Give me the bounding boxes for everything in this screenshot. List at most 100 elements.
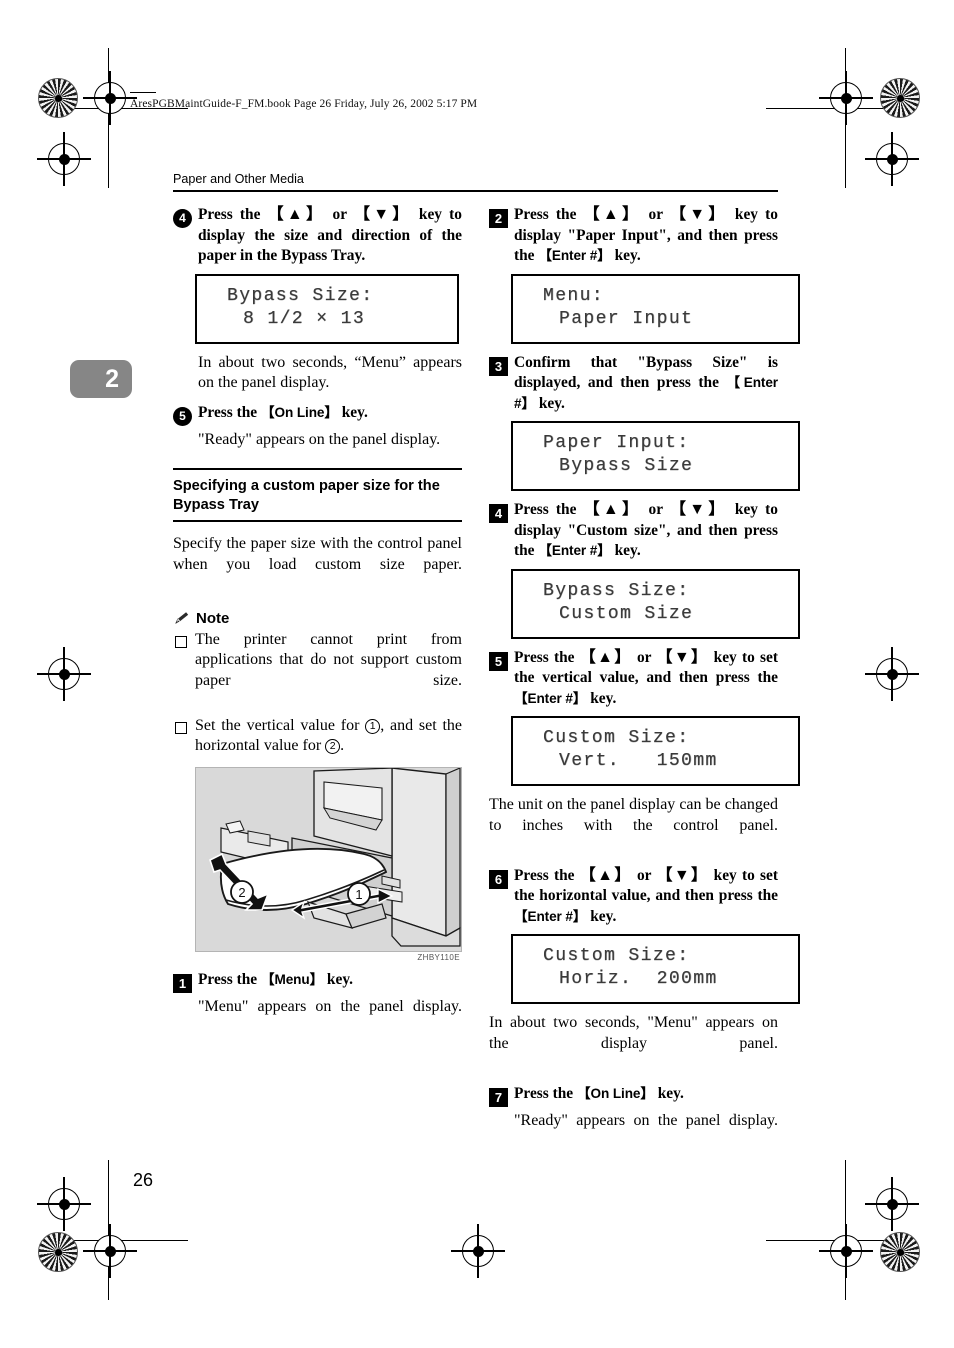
svg-text:1: 1 [355,887,362,902]
note-item: Set the vertical value for 1, and set th… [173,716,462,757]
step-1-left: 1 Press the 【Menu】 key. [173,970,462,993]
step-text-part: key. [653,1084,684,1102]
note-text-part: . [340,737,345,754]
step-text: Press the 【▲】 or 【▼】 key to set the hori… [514,866,778,928]
step-4-right: 4 Press the 【▲】 or 【▼】 key to display "C… [489,500,778,562]
lcd-panel-menu: Menu: Paper Input [511,273,800,344]
paragraph-unit: The unit on the panel display can be cha… [489,796,778,834]
registration-mark [819,71,873,125]
lcd-panel-paper-input: Paper Input: Bypass Size [511,421,800,491]
section-heading: Specifying a custom paper size for the B… [173,478,440,513]
step-text: Confirm that "Bypass Size" is displayed,… [514,353,778,415]
step-text: Press the 【▲】 or 【▼】 key to display the … [198,205,462,267]
registration-mark [83,1224,137,1278]
file-header-rule [130,92,156,93]
step-text-part: or [325,206,354,223]
up-arrow-key: 【▲】 [583,501,642,518]
down-arrow-key: 【▼】 [669,206,728,223]
step-badge: 1 [173,973,192,993]
step-text-part: Press the [198,206,268,223]
left-column: 4 Press the 【▲】 or 【▼】 key to display th… [173,205,462,1047]
registration-mark [865,132,919,186]
note-item: The printer cannot print from applicatio… [173,630,462,712]
up-arrow-key: 【▲】 [267,206,326,223]
step-text-part: or [631,648,657,666]
right-column: 2 Press the 【▲】 or 【▼】 key to display "P… [489,205,800,1161]
step-text-part: Press the [198,403,261,421]
page-number: 26 [133,1170,154,1190]
up-arrow-key: 【▲】 [583,206,642,223]
step-badge: 2 [489,209,508,228]
step-text: Press the 【▲】 or 【▼】 key to display "Pap… [514,205,778,267]
step-text-part: key. [337,403,368,421]
down-arrow-key: 【▼】 [656,866,709,884]
lcd-line-1: Custom Size: [543,946,690,966]
registration-mark [37,647,91,701]
paragraph-ready-right: "Ready" appears on the panel display. [514,1111,778,1129]
paragraph-menu-appears-right: In about two seconds, "Menu" appears on … [489,1014,778,1052]
lcd-panel-vertical: Custom Size: Vert. 150mm [511,716,800,786]
callout-1: 1 [365,718,381,734]
registration-mark [37,1177,91,1231]
lcd-line-2: Bypass Size [559,456,694,476]
lcd-line-1: Bypass Size: [227,285,374,306]
step-text-part: Press the [514,866,580,884]
step-2-right: 2 Press the 【▲】 or 【▼】 key to display "P… [489,205,778,267]
step-text-part: or [641,206,670,223]
step-badge: 4 [489,504,508,523]
step-5-left: 5 Press the 【On Line】 key. [173,403,462,426]
note-label: Note [196,609,230,627]
enter-key: 【Enter #】 [538,543,611,558]
up-arrow-key: 【▲】 [579,866,632,884]
up-arrow-key: 【▲】 [579,648,632,666]
step-text: Press the 【On Line】 key. [198,403,368,426]
callout-2: 2 [325,739,341,754]
step-text-part: key. [323,970,354,988]
step-text-part: key. [534,394,565,412]
running-head-rule [173,190,778,192]
file-header: AresPGBMaintGuide-F_FM.book Page 26 Frid… [130,98,478,110]
step-badge: 6 [489,869,508,889]
step-text-part: key. [586,689,617,707]
step-7-right: 7 Press the 【On Line】 key. [489,1084,778,1107]
down-arrow-key: 【▼】 [353,206,412,223]
step-text-part: Press the [514,648,580,666]
note-text: The printer cannot print from applicatio… [195,630,462,689]
lcd-line-1: Bypass Size: [543,580,690,601]
print-density-target [880,1232,920,1272]
print-density-target [38,1232,78,1272]
registration-mark [37,132,91,186]
enter-key: 【Enter #】 [514,908,587,924]
step-badge: 7 [489,1087,508,1107]
note-bullet-square [175,635,187,648]
lcd-line-2: Custom Size [559,603,694,624]
step-text-part: key. [610,247,641,264]
step-text-part: or [641,501,670,518]
lcd-line-2: 8 1/2 × 13 [243,308,366,329]
step-text-part: Press the [198,970,261,988]
paragraph-ready: "Ready" appears on the panel display. [198,430,441,448]
lcd-line-1: Menu: [543,285,605,306]
registration-mark [865,1177,919,1231]
figure-bypass-tray: 2 1 ZHBY110E [195,766,462,962]
note-text-part: Set the vertical value for [195,716,366,734]
step-text: Press the 【On Line】 key. [514,1084,684,1107]
down-arrow-key: 【▼】 [656,648,709,666]
lcd-line-2: Vert. 150mm [559,751,718,771]
registration-mark [819,1224,873,1278]
note-text: Set the vertical value for 1, and set th… [195,716,462,757]
step-6-right: 6 Press the 【▲】 or 【▼】 key to set the ho… [489,866,778,928]
step-4-left: 4 Press the 【▲】 or 【▼】 key to display th… [173,205,462,267]
registration-mark [451,1224,505,1278]
lcd-panel-bypass-size: Bypass Size: 8 1/2 × 13 [195,273,459,344]
lcd-line-1: Custom Size: [543,728,690,748]
paragraph-menu-appears: In about two seconds, “Menu” appears on … [198,353,462,392]
step-badge: 4 [173,209,192,228]
paragraph-menu-display: "Menu" appears on the panel display. [198,997,462,1015]
lcd-line-2: Paper Input [559,308,694,329]
step-text-part: Press the [514,1084,577,1102]
on-line-key: 【On Line】 [576,1085,654,1101]
lcd-line-2: Horiz. 200mm [559,969,718,989]
step-badge: 5 [489,651,508,671]
step-text: Press the 【▲】 or 【▼】 key to set the vert… [514,648,778,710]
